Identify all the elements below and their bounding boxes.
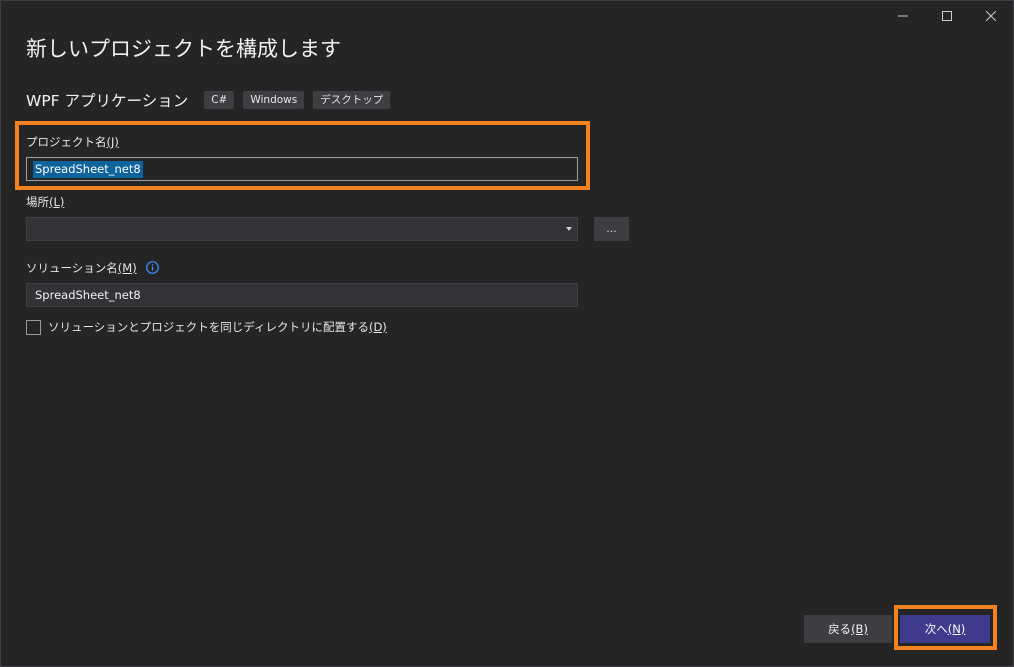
back-button[interactable]: 戻る (B) — [804, 615, 892, 643]
solution-name-label: ソリューション名(M) — [26, 260, 160, 277]
same-directory-label: ソリューションとプロジェクトを同じディレクトリに配置する(D) — [48, 320, 387, 334]
next-button-highlight — [894, 605, 997, 650]
configure-project-window: 新しいプロジェクトを構成します WPF アプリケーション C# Windows … — [0, 0, 1014, 667]
window-controls — [881, 1, 1013, 31]
tag-project-type: デスクトップ — [313, 91, 391, 109]
template-summary: WPF アプリケーション C# Windows デスクトップ — [26, 89, 399, 111]
browse-location-button[interactable]: ... — [594, 217, 629, 241]
maximize-button[interactable] — [925, 1, 969, 31]
tag-language: C# — [204, 91, 235, 109]
location-accel: (L) — [49, 195, 65, 209]
info-icon[interactable] — [146, 260, 160, 277]
back-accel: (B) — [851, 622, 868, 636]
same-directory-accel: (D) — [368, 320, 387, 334]
solution-name-input[interactable]: SpreadSheet_net8 — [26, 283, 578, 307]
tag-platform: Windows — [243, 91, 305, 109]
page-title: 新しいプロジェクトを構成します — [26, 37, 341, 61]
minimize-button[interactable] — [881, 1, 925, 31]
minimize-icon — [898, 15, 908, 17]
location-label: 場所(L) — [26, 195, 65, 209]
same-directory-option[interactable]: ソリューションとプロジェクトを同じディレクトリに配置する(D) — [26, 319, 387, 335]
close-icon — [986, 11, 996, 21]
template-name: WPF アプリケーション — [26, 92, 189, 110]
solution-name-accel: (M) — [117, 261, 137, 275]
maximize-icon — [942, 11, 952, 21]
solution-name-value: SpreadSheet_net8 — [35, 288, 141, 302]
same-directory-checkbox[interactable] — [26, 319, 41, 335]
close-button[interactable] — [969, 1, 1013, 31]
chevron-down-icon[interactable] — [566, 227, 572, 231]
project-name-highlight — [15, 121, 590, 190]
location-combobox[interactable] — [26, 217, 578, 241]
